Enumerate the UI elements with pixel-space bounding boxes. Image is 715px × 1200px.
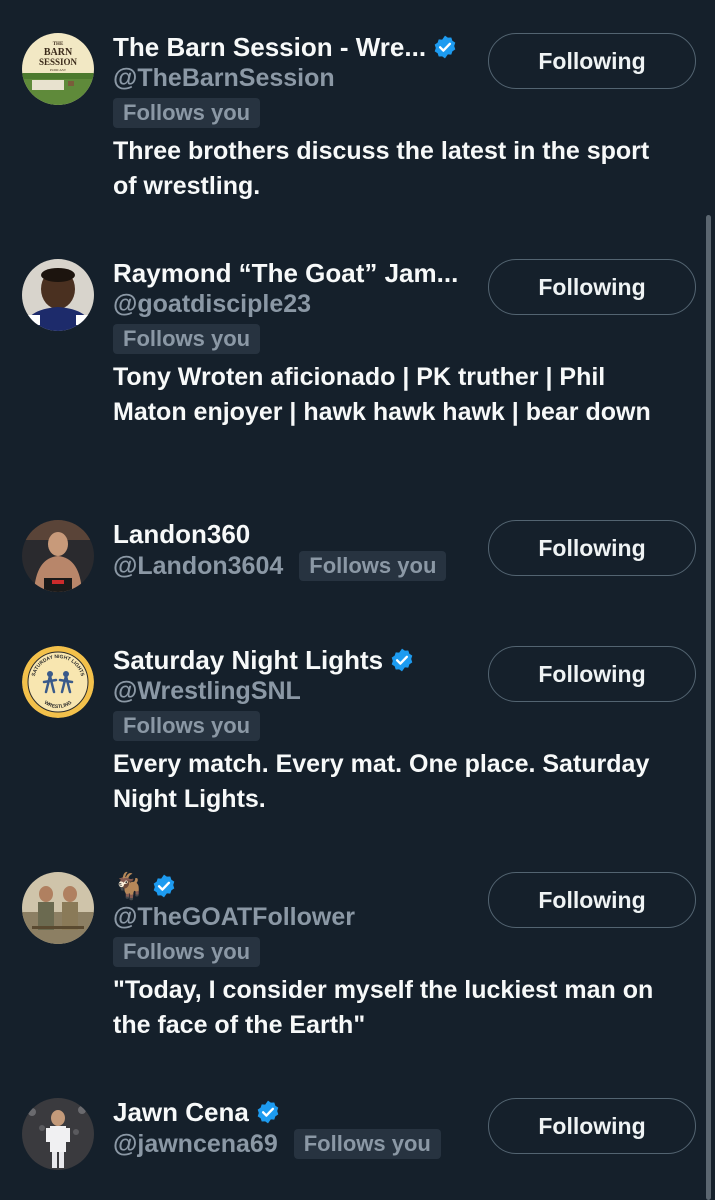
following-list: THE BARN SESSION PODCAST The Barn Sessio… (0, 0, 715, 1200)
handle-row: @WrestlingSNL (113, 677, 301, 706)
avatar[interactable] (22, 520, 94, 592)
avatar[interactable]: THE BARN SESSION PODCAST (22, 33, 94, 105)
handle: @Landon3604 (113, 551, 284, 580)
handle: @jawncena69 (113, 1129, 278, 1158)
avatar[interactable]: SATURDAY NIGHT LIGHTS WRESTLING (22, 646, 94, 718)
barn-session-logo: THE BARN SESSION PODCAST (22, 33, 94, 105)
display-name[interactable]: Landon360 (113, 519, 250, 550)
profile-photo (22, 1098, 94, 1170)
handle: @WrestlingSNL (113, 677, 301, 705)
display-name[interactable]: Raymond “The Goat” Jam... (113, 258, 458, 289)
bio: Tony Wroten aficionado | PK truther | Ph… (113, 363, 651, 426)
bio: Three brothers discuss the latest in the… (113, 137, 650, 200)
following-button[interactable]: Following (488, 872, 696, 928)
following-button[interactable]: Following (488, 646, 696, 702)
user-cell-wrestlingsnl[interactable]: SATURDAY NIGHT LIGHTS WRESTLING Saturday… (0, 643, 715, 823)
bio: "Today, I consider myself the luckiest m… (113, 976, 654, 1039)
handle: @goatdisciple23 (113, 290, 312, 318)
handle-row: @TheBarnSession (113, 64, 335, 93)
verified-badge-icon (432, 34, 458, 60)
bio: Every match. Every mat. One place. Satur… (113, 750, 650, 813)
display-name-row: Saturday Night Lights (113, 643, 415, 677)
user-cell-goatdisciple23[interactable]: Raymond “The Goat” Jam... @goatdisciple2… (0, 256, 715, 471)
handle-row: @Landon3604 Follows you (113, 551, 447, 581)
handle-row: @jawncena69 Follows you (113, 1129, 441, 1159)
handle-row: @TheGOATFollower (113, 903, 355, 932)
display-name-row: 🐐 (113, 869, 177, 903)
avatar[interactable] (22, 1098, 94, 1170)
profile-photo (22, 520, 94, 592)
handle: @TheBarnSession (113, 64, 335, 92)
follows-you-badge: Follows you (113, 324, 261, 354)
logo-line3: SESSION (39, 57, 78, 67)
verified-badge-icon (151, 873, 177, 899)
follows-you-badge: Follows you (113, 98, 261, 128)
profile-photo (22, 259, 94, 331)
display-name[interactable]: Jawn Cena (113, 1097, 249, 1128)
display-name-row: Raymond “The Goat” Jam... (113, 256, 458, 290)
display-name[interactable]: Saturday Night Lights (113, 645, 383, 676)
handle: @TheGOATFollower (113, 903, 355, 931)
scrollbar[interactable] (706, 215, 711, 1200)
user-cell-jawncena69[interactable]: Jawn Cena @jawncena69 Follows you Follow… (0, 1095, 715, 1175)
avatar[interactable] (22, 872, 94, 944)
display-name-row: The Barn Session - Wre... (113, 30, 458, 64)
following-button[interactable]: Following (488, 259, 696, 315)
user-cell-thegoatfollower[interactable]: 🐐 @TheGOATFollower Follows you "Today, I… (0, 869, 715, 1049)
following-button[interactable]: Following (488, 33, 696, 89)
display-name-row: Jawn Cena (113, 1095, 281, 1129)
verified-badge-icon (255, 1099, 281, 1125)
display-name[interactable]: The Barn Session - Wre... (113, 32, 426, 63)
handle-row: @goatdisciple23 (113, 290, 311, 319)
verified-badge-icon (389, 647, 415, 673)
follows-you-badge: Follows you (113, 937, 261, 967)
goat-emoji-name[interactable]: 🐐 (113, 871, 145, 902)
follows-you-badge: Follows you (113, 711, 261, 741)
user-cell-thebarnsession[interactable]: THE BARN SESSION PODCAST The Barn Sessio… (0, 30, 715, 210)
display-name-row: Landon360 (113, 517, 250, 551)
following-button[interactable]: Following (488, 1098, 696, 1154)
profile-photo (22, 872, 94, 944)
logo-line4: PODCAST (50, 68, 67, 72)
user-cell-landon3604[interactable]: Landon360 @Landon3604 Follows you Follow… (0, 517, 715, 597)
follows-you-badge: Follows you (299, 551, 447, 581)
following-button[interactable]: Following (488, 520, 696, 576)
avatar[interactable] (22, 259, 94, 331)
follows-you-badge: Follows you (293, 1129, 441, 1159)
saturday-night-lights-logo: SATURDAY NIGHT LIGHTS WRESTLING (22, 646, 94, 718)
